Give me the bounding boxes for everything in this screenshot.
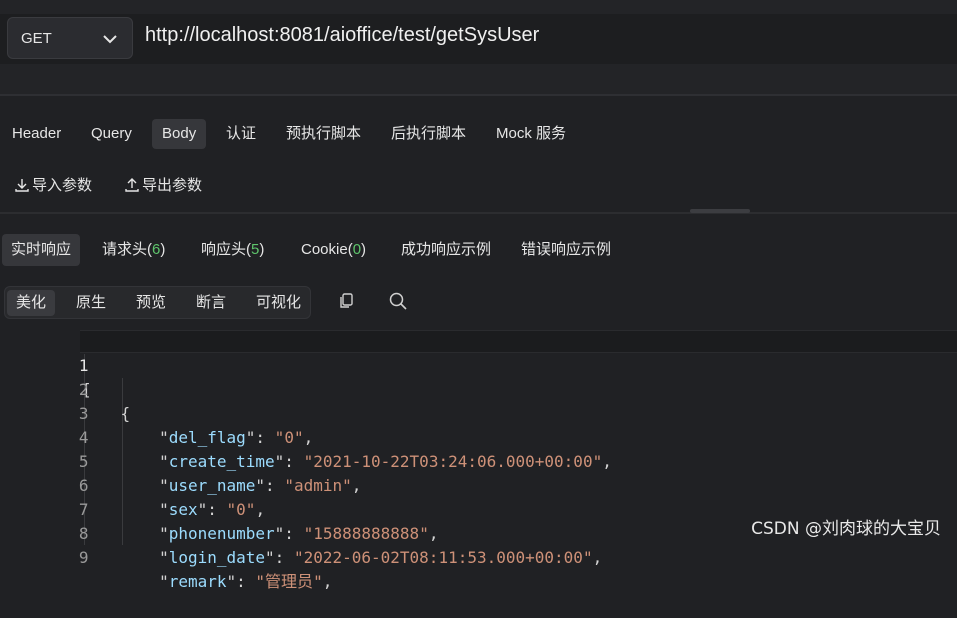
- tab-label: 实时响应: [11, 241, 72, 258]
- code-text: "user_name": "admin",: [82, 476, 362, 495]
- upload-icon: [125, 178, 139, 192]
- tab-label: 响应头: [201, 241, 247, 258]
- tab-error-example[interactable]: 错误响应示例: [512, 234, 620, 266]
- json-key: login_date: [168, 548, 266, 567]
- url-bar: GET http://localhost:8081/aioffice/test/…: [0, 14, 957, 64]
- code-text: "sex": "0",: [82, 500, 266, 519]
- code-text: "login_date": "2022-06-02T08:11:53.000+0…: [82, 548, 603, 567]
- splitter-grip[interactable]: [690, 209, 750, 213]
- code-text: "create_time": "2021-10-22T03:24:06.000+…: [82, 452, 612, 471]
- line-number: 4: [78, 428, 89, 447]
- line-number: 9: [78, 548, 89, 567]
- divider: [0, 94, 957, 96]
- view-pretty[interactable]: 美化: [7, 290, 56, 316]
- tab-label: 错误响应示例: [521, 241, 612, 258]
- json-value: 2021-10-22T03:24:06.000+00:00: [313, 452, 593, 471]
- tab-header[interactable]: Header: [2, 119, 71, 149]
- tab-mock-service[interactable]: Mock 服务: [486, 119, 576, 149]
- response-tabs: 实时响应 请求头(6) 响应头(5) Cookie(0) 成功响应示例 错误响应…: [0, 234, 957, 266]
- json-key: remark: [168, 572, 227, 591]
- json-value: 0: [284, 428, 294, 447]
- json-key: user_name: [168, 476, 256, 495]
- tab-query[interactable]: Query: [81, 119, 142, 149]
- json-key: sex: [168, 500, 198, 519]
- tab-count: 0: [352, 241, 362, 258]
- tab-label: Cookie: [301, 241, 348, 258]
- line-number: 6: [78, 476, 89, 495]
- json-value: admin: [293, 476, 343, 495]
- request-header: GET http://localhost:8081/aioffice/test/…: [0, 0, 957, 96]
- json-key: phonenumber: [168, 524, 275, 543]
- request-tabs: Header Query Body 认证 预执行脚本 后执行脚本 Mock 服务: [0, 116, 957, 152]
- json-value: 0: [236, 500, 246, 519]
- json-key: create_time: [168, 452, 275, 471]
- tab-response-headers[interactable]: 响应头(5): [192, 234, 273, 266]
- tab-label: 请求头: [102, 241, 148, 258]
- export-params-button[interactable]: 导出参数: [124, 172, 202, 200]
- tab-label: 成功响应示例: [401, 241, 492, 258]
- method-label: GET: [21, 30, 52, 47]
- export-params-label: 导出参数: [142, 177, 203, 194]
- code-line: 6 "sex": "0",: [0, 450, 265, 519]
- param-actions: 导入参数 导出参数: [0, 172, 400, 200]
- tab-request-headers[interactable]: 请求头(6): [93, 234, 174, 266]
- code-line: 4 "create_time": "2021-10-22T03:24:06.00…: [0, 402, 612, 471]
- tab-cookie[interactable]: Cookie(0): [292, 234, 375, 266]
- import-params-label: 导入参数: [32, 177, 93, 194]
- tab-auth[interactable]: 认证: [216, 119, 266, 149]
- code-line: 5 "user_name": "admin",: [0, 426, 362, 495]
- code-text: {: [82, 404, 131, 423]
- line-number: 5: [78, 452, 89, 471]
- tab-pre-script[interactable]: 预执行脚本: [276, 119, 371, 149]
- tab-post-script[interactable]: 后执行脚本: [381, 119, 476, 149]
- code-line: 1 [: [0, 330, 92, 399]
- view-assertion[interactable]: 断言: [187, 290, 235, 316]
- copy-icon[interactable]: [337, 291, 357, 311]
- tab-body[interactable]: Body: [152, 119, 207, 149]
- line-number: 7: [78, 500, 89, 519]
- code-text: "remark": "管理员",: [82, 572, 333, 591]
- line-number: 2: [78, 380, 89, 399]
- code-text: "del_flag": "0",: [82, 428, 314, 447]
- json-value: 15888888888: [313, 524, 420, 543]
- view-preview[interactable]: 预览: [127, 290, 175, 316]
- line-number: 8: [78, 524, 89, 543]
- view-raw[interactable]: 原生: [67, 290, 115, 316]
- line-number: 1: [78, 356, 89, 375]
- tab-success-example[interactable]: 成功响应示例: [392, 234, 500, 266]
- line-number: 3: [78, 404, 89, 423]
- import-params-button[interactable]: 导入参数: [14, 172, 92, 200]
- code-line: 8 "login_date": "2022-06-02T08:11:53.000…: [0, 498, 602, 567]
- json-value: 2022-06-02T08:11:53.000+00:00: [303, 548, 583, 567]
- view-mode-bar: 美化 原生 预览 断言 可视化: [4, 286, 311, 319]
- view-visualize[interactable]: 可视化: [247, 290, 310, 316]
- chevron-down-icon: [103, 35, 117, 44]
- tab-count: 6: [152, 241, 161, 258]
- json-key: del_flag: [168, 428, 246, 447]
- watermark: CSDN @刘肉球的大宝贝: [751, 519, 941, 539]
- tab-live-response[interactable]: 实时响应: [2, 234, 81, 266]
- response-code-editor[interactable]: 1 [ 2 { 3 "del_flag": "0", 4 "create_tim…: [0, 330, 957, 591]
- code-line: 9 "remark": "管理员",: [0, 522, 332, 591]
- search-icon[interactable]: [388, 291, 408, 311]
- panel-splitter[interactable]: [0, 209, 957, 214]
- current-line-highlight: [80, 330, 957, 353]
- url-input[interactable]: http://localhost:8081/aioffice/test/getS…: [145, 24, 539, 47]
- code-line: 2 {: [0, 354, 130, 423]
- tab-count: 5: [251, 241, 260, 258]
- code-line: 7 "phonenumber": "15888888888",: [0, 474, 439, 543]
- code-line: 3 "del_flag": "0",: [0, 378, 313, 447]
- code-text: "phonenumber": "15888888888",: [82, 524, 439, 543]
- json-value: 管理员: [265, 572, 314, 591]
- download-icon: [15, 179, 29, 192]
- method-select[interactable]: GET: [7, 17, 133, 59]
